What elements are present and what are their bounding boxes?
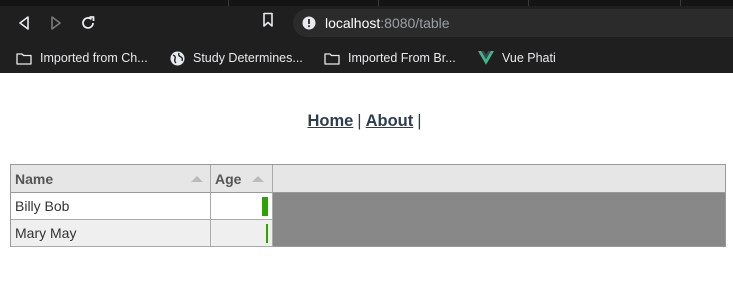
nav-separator: |: [357, 112, 362, 130]
bookmarks-bar: Imported from Ch... Study Determines... …: [0, 42, 733, 73]
reload-button[interactable]: [77, 12, 99, 34]
nav-separator: |: [417, 112, 422, 130]
table-body: Billy Bob Mary May: [11, 193, 725, 247]
bookmark-study-determines[interactable]: Study Determines...: [170, 48, 303, 68]
about-link[interactable]: About: [366, 112, 414, 130]
column-header-label: Age: [215, 171, 242, 187]
table-header: Name Age: [11, 165, 725, 193]
sort-arrow-icon[interactable]: [252, 176, 264, 182]
column-header-label: Name: [15, 171, 54, 187]
browser-toolbar: localhost:8080/table: [0, 6, 733, 42]
column-header-age[interactable]: Age: [211, 165, 273, 193]
url-host: localhost: [325, 15, 381, 31]
table-row[interactable]: Billy Bob: [11, 193, 273, 220]
sort-arrow-icon[interactable]: [191, 176, 203, 182]
age-bar-track: [262, 197, 268, 216]
age-bar: [266, 224, 268, 243]
folder-icon: [324, 52, 340, 65]
bookmark-page-button[interactable]: [262, 12, 274, 33]
forward-arrow-icon: [51, 16, 61, 30]
bookmark-label: Imported from Ch...: [40, 51, 148, 65]
vue-logo-icon: [478, 51, 494, 65]
name-cell: Billy Bob: [11, 193, 211, 220]
bookmark-label: Imported From Br...: [348, 51, 456, 65]
bookmark-icon: [263, 12, 273, 27]
page-content: Home | About | Name Age Billy Bob Mary M…: [0, 73, 733, 296]
folder-icon: [16, 52, 32, 65]
info-icon[interactable]: [302, 16, 316, 30]
home-link[interactable]: Home: [307, 112, 353, 130]
reload-icon: [82, 16, 95, 29]
back-button[interactable]: [13, 12, 35, 34]
browser-chrome: localhost:8080/table Imported from Ch...…: [0, 0, 733, 73]
address-bar[interactable]: localhost:8080/table: [293, 9, 733, 37]
bookmark-label: Study Determines...: [193, 51, 303, 65]
url-path: :8080/table: [380, 15, 450, 31]
back-arrow-icon: [19, 16, 29, 30]
bookmark-imported-from-chrome[interactable]: Imported from Ch...: [16, 48, 148, 68]
age-bar-track: [262, 224, 268, 243]
bookmark-label: Vue Phati: [502, 51, 556, 65]
nav-links: Home | About |: [0, 112, 733, 131]
age-cell: [211, 193, 273, 220]
column-header-name[interactable]: Name: [11, 165, 211, 193]
bookmark-imported-from-browser[interactable]: Imported From Br...: [324, 48, 456, 68]
name-cell: Mary May: [11, 220, 211, 247]
age-cell: [211, 220, 273, 247]
url-text[interactable]: localhost:8080/table: [325, 15, 450, 31]
bookmark-vue-phati[interactable]: Vue Phati: [478, 48, 556, 68]
globe-icon: [170, 51, 185, 66]
forward-button[interactable]: [45, 12, 67, 34]
table-row[interactable]: Mary May: [11, 220, 273, 247]
data-table: Name Age Billy Bob Mary May: [10, 164, 726, 247]
age-bar: [262, 197, 268, 216]
